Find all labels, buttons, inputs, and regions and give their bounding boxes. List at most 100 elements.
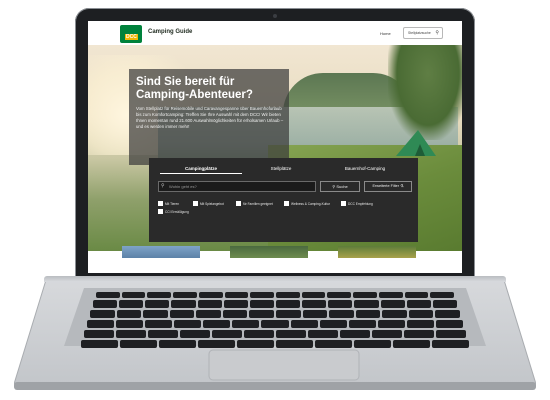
keyboard-key xyxy=(148,330,178,338)
keyboard-key xyxy=(340,330,370,338)
keyboard-key xyxy=(435,320,463,328)
keyboard-key xyxy=(180,330,210,338)
filter-mit-tieren[interactable]: Mit Tieren xyxy=(158,201,179,206)
keyboard-key xyxy=(197,300,222,308)
keyboard-key xyxy=(378,292,403,298)
filter-icon: ⚗ xyxy=(400,184,404,188)
keyboard-key xyxy=(308,330,338,338)
keyboard-key xyxy=(327,292,352,298)
keyboard-key xyxy=(198,340,235,348)
keyboard-key xyxy=(404,292,429,298)
keyboard-key xyxy=(276,310,301,318)
laptop-hinge xyxy=(44,276,506,282)
keyboard-key xyxy=(372,330,402,338)
keyboard-key xyxy=(116,320,144,328)
hero-tree xyxy=(388,45,462,140)
keyboard-key xyxy=(406,320,434,328)
checkbox-label: Mit Spielangebot xyxy=(200,201,224,206)
hero-description: Vom Stellplatz für Reisemobile und Carav… xyxy=(136,106,284,129)
checkbox-label: Wellness & Camping-Kultur xyxy=(291,201,330,206)
keyboard-key xyxy=(406,300,431,308)
keyboard-key xyxy=(354,300,379,308)
dcc-logo[interactable]: DCC xyxy=(120,25,142,43)
nav-home-link[interactable]: Home xyxy=(380,31,391,36)
checkbox[interactable] xyxy=(158,201,163,206)
keyboard-key xyxy=(222,310,248,318)
tab-stellplaetze[interactable]: Stellplätze xyxy=(248,166,314,171)
search-button-label: Suche xyxy=(336,184,348,189)
keyboard-key xyxy=(329,310,354,318)
keyboard-key xyxy=(290,320,318,328)
search-icon: ⚲ xyxy=(435,30,439,36)
keyboard-key xyxy=(430,292,454,298)
tent-door xyxy=(415,144,425,156)
keyboard-key xyxy=(116,310,142,318)
keyboard-key xyxy=(145,320,173,328)
keyboard-key xyxy=(159,340,196,348)
search-button[interactable]: ⚲ Suche xyxy=(320,181,360,192)
keyboard-key xyxy=(171,300,196,308)
keyboard-key xyxy=(121,292,146,298)
keyboard-key xyxy=(404,330,434,338)
search-placeholder: Wohin geht es? xyxy=(169,184,197,189)
keyboard-key xyxy=(169,310,195,318)
keyboard-key xyxy=(250,292,274,298)
keyboard-key xyxy=(203,320,231,328)
keyboard-key xyxy=(81,340,118,348)
keyboard-key xyxy=(223,300,248,308)
keyboard-key xyxy=(198,292,223,298)
site-header: DCC Camping Guide Home Stellplatzsuche ⚲ xyxy=(88,21,462,45)
keyboard-key xyxy=(120,340,157,348)
keyboard-key xyxy=(147,292,172,298)
keyboard-key xyxy=(84,330,114,338)
thumbnail-image[interactable] xyxy=(122,246,200,258)
keyboard-key xyxy=(276,292,300,298)
filter-familien[interactable]: für Familien geeignet xyxy=(236,201,273,206)
keyboard-key xyxy=(196,310,221,318)
laptop-screen: DCC Camping Guide Home Stellplatzsuche ⚲… xyxy=(88,21,462,273)
checkbox[interactable] xyxy=(341,201,346,206)
tab-bauernhof-camping[interactable]: Bauernhof-Camping xyxy=(320,166,410,171)
keyboard-key xyxy=(382,310,407,318)
keyboard-key xyxy=(249,300,274,308)
nav-search-label: Stellplatzsuche xyxy=(408,31,431,35)
filter-wellness[interactable]: Wellness & Camping-Kultur xyxy=(284,201,330,206)
tab-campingplaetze[interactable]: Campingplätze xyxy=(160,166,242,171)
thumbnail-image[interactable] xyxy=(230,246,308,258)
hero-title: Sind Sie bereit für Camping-Abenteuer? xyxy=(136,76,253,101)
thumbnail-image[interactable] xyxy=(338,246,416,258)
keyboard-key xyxy=(276,330,306,338)
brand-name: Camping Guide xyxy=(148,29,193,35)
keyboard-key xyxy=(276,340,313,348)
search-input[interactable]: ⚲ Wohin geht es? xyxy=(158,181,316,192)
keyboard-key xyxy=(354,340,391,348)
filter-cci[interactable]: CCI Ermäßigung xyxy=(158,209,189,214)
checkbox-label: Mit Tieren xyxy=(165,201,179,206)
filter-button[interactable]: Erweiterte Filter ⚗ xyxy=(364,181,412,192)
keyboard-key xyxy=(276,300,301,308)
keyboard-key xyxy=(212,330,242,338)
checkbox[interactable] xyxy=(158,209,163,214)
trackpad xyxy=(208,349,360,381)
keyboard-key xyxy=(87,320,115,328)
active-tab-indicator xyxy=(160,173,242,174)
keyboard-key xyxy=(116,330,146,338)
checkbox[interactable] xyxy=(193,201,198,206)
checkbox[interactable] xyxy=(236,201,241,206)
keyboard-key xyxy=(302,300,327,308)
nav-search-button[interactable]: Stellplatzsuche ⚲ xyxy=(403,27,443,39)
keyboard-key xyxy=(119,300,144,308)
checkbox[interactable] xyxy=(284,201,289,206)
keyboard-key xyxy=(90,310,115,318)
webcam-icon xyxy=(273,14,277,18)
keyboard-key xyxy=(143,310,168,318)
filter-spielangebot[interactable]: Mit Spielangebot xyxy=(193,201,224,206)
keyboard-key xyxy=(224,292,249,298)
keyboard-key xyxy=(348,320,376,328)
checkbox-label: DCC Empfehlung xyxy=(348,201,373,206)
filter-dcc-empfehlung[interactable]: DCC Empfehlung xyxy=(341,201,373,206)
keyboard-key xyxy=(302,310,328,318)
keyboard-key xyxy=(353,292,377,298)
keyboard-key xyxy=(380,300,405,308)
keyboard-key xyxy=(319,320,347,328)
